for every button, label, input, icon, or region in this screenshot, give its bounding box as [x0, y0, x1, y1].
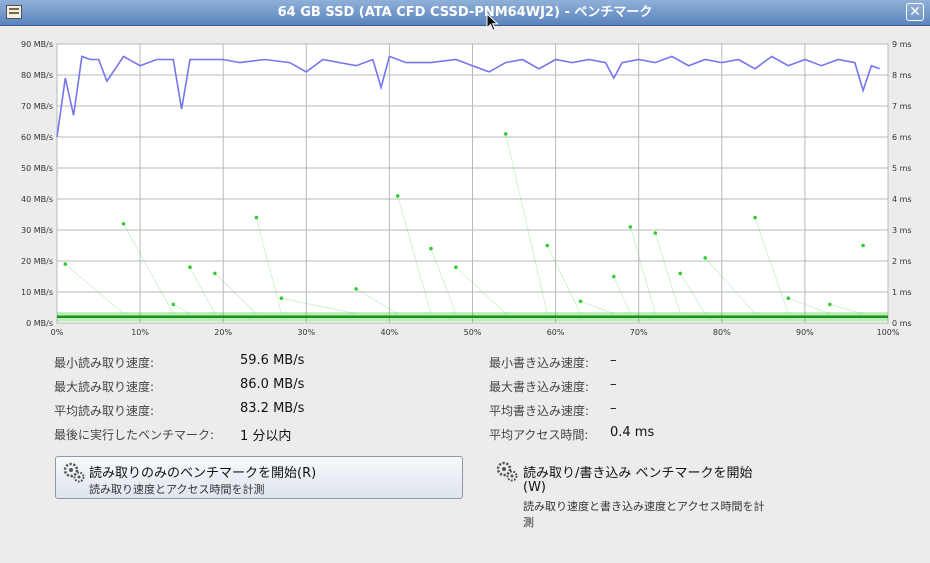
- access-time-point: [628, 225, 633, 229]
- mouse-pointer-icon: [486, 13, 499, 32]
- x-axis-tick-label: 20%: [214, 328, 232, 337]
- x-axis-tick-label: 10%: [131, 328, 149, 337]
- right-axis-tick-label: 4 ms: [892, 195, 912, 204]
- access-time-point: [63, 262, 68, 266]
- access-time-point: [545, 243, 550, 248]
- access-time-point: [861, 243, 865, 248]
- min-read-value: 59.6 MB/s: [240, 353, 305, 368]
- access-time-point: [254, 215, 259, 220]
- access-time-point: [828, 302, 832, 307]
- x-axis-labels: 0% 10% 20% 30% 40% 50% 60% 70% 80% 90% 100%: [51, 328, 900, 337]
- max-read-value: 86.0 MB/s: [240, 377, 305, 392]
- access-time-point: [454, 265, 458, 269]
- access-time-point: [611, 274, 616, 279]
- chart-grid: [56, 43, 889, 324]
- avg-read-label: 平均読み取り速度:: [54, 404, 155, 418]
- access-time-point: [753, 215, 757, 220]
- start-read-write-benchmark-mnemonic: (W): [523, 480, 546, 495]
- window-title: 64 GB SSD (ATA CFD CSSD-PNM64WJ2) - ベンチマ…: [277, 5, 653, 20]
- right-axis-tick-label: 2 ms: [892, 257, 912, 266]
- last-benchmark-value: 1 分以内: [240, 429, 292, 444]
- access-time-point: [171, 302, 176, 307]
- right-axis-tick-label: 3 ms: [892, 226, 912, 235]
- max-write-value: –: [610, 377, 617, 392]
- x-axis-tick-label: 90%: [796, 328, 814, 337]
- start-read-benchmark-button[interactable]: 読み取りのみのベンチマークを開始(R) 読み取り速度とアクセス時間を計測: [55, 456, 463, 499]
- access-time-point: [653, 231, 658, 235]
- min-write-label: 最小書き込み速度:: [489, 356, 590, 370]
- start-read-write-benchmark-subtitle: 読み取り速度と書き込み速度とアクセス時間を計: [523, 500, 765, 513]
- right-axis-tick-label: 1 ms: [892, 288, 912, 297]
- benchmark-chart: 0 MB/s 10 MB/s 20 MB/s 30 MB/s 40 MB/s 50 MB/…: [21, 40, 912, 337]
- last-benchmark-label: 最後に実行したベンチマーク:: [54, 428, 215, 442]
- gear-icon: [496, 461, 518, 482]
- left-axis-tick-label: 0 MB/s: [26, 319, 53, 328]
- access-time-point: [429, 246, 433, 251]
- start-read-write-benchmark-subtitle-cont: 測: [523, 516, 534, 529]
- avg-write-value: –: [610, 401, 617, 416]
- left-axis-tick-label: 50 MB/s: [21, 164, 53, 173]
- left-axis-tick-label: 90 MB/s: [21, 40, 53, 49]
- right-axis-tick-label: 7 ms: [892, 102, 912, 111]
- left-axis-tick-label: 30 MB/s: [21, 226, 53, 235]
- access-time-point: [578, 299, 583, 304]
- start-read-write-benchmark-title: 読み取り/書き込み ベンチマークを開始: [523, 466, 753, 481]
- title-bar[interactable]: 64 GB SSD (ATA CFD CSSD-PNM64WJ2) - ベンチマ…: [0, 0, 930, 26]
- avg-access-value: 0.4 ms: [610, 425, 655, 440]
- x-axis-tick-label: 40%: [381, 328, 399, 337]
- access-time-point: [188, 265, 192, 269]
- start-read-benchmark-subtitle: 読み取り速度とアクセス時間を計測: [89, 483, 265, 496]
- start-read-benchmark-title: 読み取りのみのベンチマークを開始(R): [89, 466, 317, 481]
- access-time-point: [395, 194, 400, 198]
- x-axis-tick-label: 60%: [547, 328, 565, 337]
- access-time-point: [279, 296, 284, 301]
- right-axis-tick-label: 9 ms: [892, 40, 912, 49]
- right-axis-tick-label: 6 ms: [892, 133, 912, 142]
- start-read-write-benchmark-button[interactable]: 読み取り/書き込み ベンチマークを開始 (W) 読み取り速度と書き込み速度とアク…: [490, 456, 780, 536]
- gear-icon: [63, 462, 85, 483]
- right-axis-tick-label: 5 ms: [892, 164, 912, 173]
- close-icon[interactable]: ✕: [906, 3, 924, 21]
- access-time-point: [503, 132, 508, 136]
- avg-read-value: 83.2 MB/s: [240, 401, 305, 416]
- left-axis-tick-label: 60 MB/s: [21, 133, 53, 142]
- x-axis-tick-label: 0%: [51, 328, 64, 337]
- left-axis-tick-label: 70 MB/s: [21, 102, 53, 111]
- max-read-label: 最大読み取り速度:: [54, 380, 155, 394]
- left-axis-tick-label: 20 MB/s: [21, 257, 53, 266]
- min-write-value: –: [610, 353, 617, 368]
- x-axis-tick-label: 80%: [713, 328, 731, 337]
- right-axis-tick-label: 8 ms: [892, 71, 912, 80]
- x-axis-tick-label: 100%: [877, 328, 900, 337]
- x-axis-tick-label: 50%: [464, 328, 482, 337]
- access-time-point: [703, 256, 707, 260]
- access-time-point: [678, 271, 683, 276]
- left-axis-tick-label: 10 MB/s: [21, 288, 53, 297]
- left-axis-tick-label: 80 MB/s: [21, 71, 53, 80]
- min-read-label: 最小読み取り速度:: [54, 356, 155, 370]
- left-axis-tick-label: 40 MB/s: [21, 195, 53, 204]
- access-time-point: [786, 296, 791, 301]
- left-axis-labels: 0 MB/s 10 MB/s 20 MB/s 30 MB/s 40 MB/s 50 MB/…: [21, 40, 53, 328]
- right-axis-tick-label: 0 ms: [892, 319, 912, 328]
- x-axis-tick-label: 70%: [630, 328, 648, 337]
- access-time-point: [354, 287, 358, 291]
- access-time-point: [121, 222, 126, 226]
- avg-write-label: 平均書き込み速度:: [489, 404, 590, 418]
- right-axis-labels: 0 ms 1 ms 2 ms 3 ms 4 ms 5 ms 6 ms 7 ms 8 ms 9 ms: [892, 40, 912, 328]
- avg-access-label: 平均アクセス時間:: [489, 428, 589, 442]
- access-time-point: [213, 271, 217, 276]
- x-axis-tick-label: 30%: [297, 328, 315, 337]
- max-write-label: 最大書き込み速度:: [489, 380, 590, 394]
